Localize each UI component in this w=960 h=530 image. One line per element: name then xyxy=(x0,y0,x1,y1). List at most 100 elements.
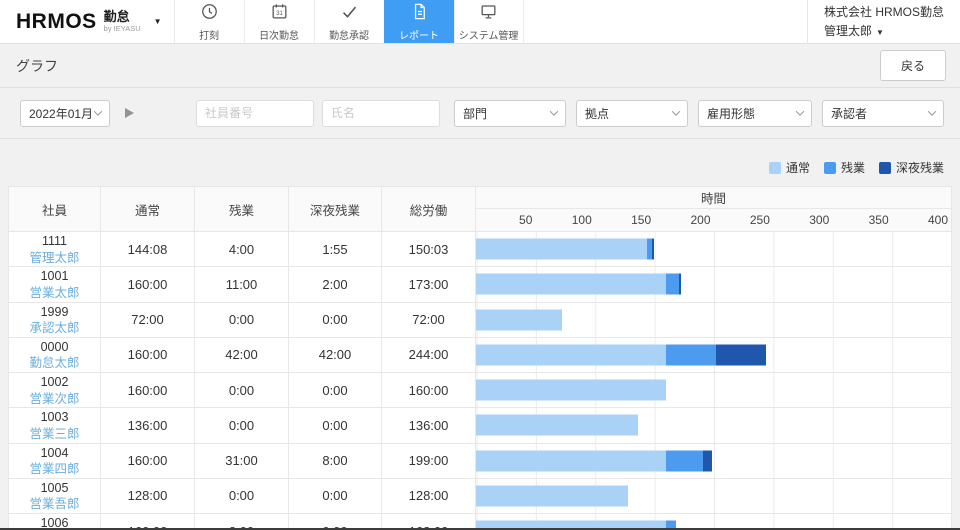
employment-type-select[interactable]: 雇用形態 xyxy=(698,99,812,127)
hours-bar-cell xyxy=(475,230,952,268)
department-select[interactable]: 部門 xyxy=(454,99,566,127)
column-header-overtime: 残業 xyxy=(194,186,289,232)
overtime-hours-cell: 4:00 xyxy=(194,230,289,268)
normal-hours-cell: 160:00 xyxy=(100,266,195,303)
normal-hours-cell: 72:00 xyxy=(100,301,195,338)
nav-item-label: レポート xyxy=(399,30,440,42)
total-hours-cell: 72:00 xyxy=(381,301,476,338)
stacked-bar xyxy=(476,485,951,507)
employee-cell: 1002 営業次郎 xyxy=(8,371,101,409)
late-night-hours-cell: 1:55 xyxy=(288,230,382,268)
filter-bar: 2022年01月 部門 拠点 雇用形態 承認者 xyxy=(0,88,960,139)
table-row: 1005 営業吾郎 128:00 0:00 0:00 128:00 xyxy=(8,477,952,515)
chevron-down-icon xyxy=(795,107,805,116)
employee-name-link[interactable]: 営業吾郎 xyxy=(29,497,79,513)
employee-cell: 1999 承認太郎 xyxy=(8,301,101,338)
hours-bar-cell xyxy=(475,407,952,444)
stacked-bar xyxy=(476,273,951,295)
total-hours-cell: 173:00 xyxy=(381,266,476,303)
logo-dropdown-caret-icon: ▼ xyxy=(153,17,162,26)
hours-bar-cell xyxy=(475,371,952,409)
bar-normal-segment xyxy=(476,414,638,436)
logo-byline-text: by IEYASU xyxy=(103,24,141,34)
overtime-hours-cell: 0:00 xyxy=(194,407,289,444)
normal-hours-cell: 128:00 xyxy=(100,477,195,515)
employee-name-link[interactable]: 勤怠太郎 xyxy=(29,356,79,372)
location-select[interactable]: 拠点 xyxy=(576,99,688,127)
nav-item-approval[interactable]: 勤怠承認 xyxy=(313,0,384,43)
late-night-hours-cell: 2:00 xyxy=(288,266,382,303)
legend-label: 深夜残業 xyxy=(895,161,944,175)
column-header-normal: 通常 xyxy=(100,186,195,232)
employee-name-link[interactable]: 営業太郎 xyxy=(29,286,79,302)
monitor-icon xyxy=(479,2,498,24)
chevron-down-icon xyxy=(927,107,937,116)
bar-late-night-segment xyxy=(679,273,682,295)
late-night-hours-cell: 42:00 xyxy=(288,336,382,374)
bar-normal-segment xyxy=(476,273,666,295)
table-row: 1999 承認太郎 72:00 0:00 0:00 72:00 xyxy=(8,301,952,338)
user-dropdown-caret-icon: ▼ xyxy=(876,27,884,37)
legend-swatch-normal xyxy=(768,161,781,174)
hours-bar-cell xyxy=(475,477,952,515)
employee-cell: 1111 管理太郎 xyxy=(8,230,101,268)
legend-item-late-night: 深夜残業 xyxy=(878,159,944,176)
legend-label: 残業 xyxy=(840,161,865,175)
main-nav: 打刻 31 日次勤怠 勤怠承認 レポート システム管理 xyxy=(173,0,524,43)
column-header-hours: 時間 xyxy=(475,186,952,209)
employee-cell: 1005 営業吾郎 xyxy=(8,477,101,515)
play-arrow-icon xyxy=(124,108,134,118)
overtime-hours-cell: 11:00 xyxy=(194,266,289,303)
approver-select-label: 承認者 xyxy=(831,106,868,121)
legend-swatch-late-night xyxy=(878,161,891,174)
nav-item-system-admin[interactable]: システム管理 xyxy=(453,0,524,43)
legend-item-normal: 通常 xyxy=(768,159,810,176)
nav-item-punch[interactable]: 打刻 xyxy=(173,0,244,43)
legend-swatch-overtime xyxy=(823,161,836,174)
back-button[interactable]: 戻る xyxy=(879,50,946,81)
bar-overtime-segment xyxy=(666,344,716,366)
employee-name-link[interactable]: 営業四郎 xyxy=(29,462,79,478)
bar-overtime-segment xyxy=(666,273,680,295)
chevron-down-icon xyxy=(93,107,103,116)
employee-name-link[interactable]: 承認太郎 xyxy=(29,321,79,337)
bar-normal-segment xyxy=(476,344,666,366)
app-logo[interactable]: HRMOS 勤怠 by IEYASU ▼ xyxy=(0,0,174,43)
name-input[interactable] xyxy=(322,99,440,127)
employee-name-link[interactable]: 管理太郎 xyxy=(29,251,79,267)
employee-id: 1004 xyxy=(40,445,69,460)
employee-cell: 1001 営業太郎 xyxy=(8,266,101,303)
total-hours-cell: 160:00 xyxy=(381,371,476,409)
employee-number-input[interactable] xyxy=(196,99,314,127)
overtime-hours-cell: 0:00 xyxy=(194,371,289,409)
table-row: 1002 営業次郎 160:00 0:00 0:00 160:00 xyxy=(8,371,952,409)
report-table: 社員 通常 残業 深夜残業 総労働 時間 50 100 150 200 250 300 35… xyxy=(8,186,952,530)
late-night-hours-cell: 0:00 xyxy=(288,477,382,515)
month-select[interactable]: 2022年01月 xyxy=(20,99,110,127)
next-month-button[interactable] xyxy=(120,104,138,122)
employee-id: 1002 xyxy=(40,375,69,389)
employee-name-link[interactable]: 営業三郎 xyxy=(29,427,79,443)
nav-item-label: システム管理 xyxy=(458,30,519,42)
account-area: 株式会社 HRMOS勤怠 管理太郎 ▼ xyxy=(806,0,960,45)
employee-name-link[interactable]: 営業次郎 xyxy=(29,392,79,408)
nav-item-daily-attendance[interactable]: 31 日次勤怠 xyxy=(243,0,314,43)
employee-cell: 1003 営業三郎 xyxy=(8,407,101,444)
nav-item-label: 日次勤怠 xyxy=(259,30,300,42)
user-menu[interactable]: 管理太郎 ▼ xyxy=(824,22,944,41)
nav-item-label: 勤怠承認 xyxy=(329,30,370,42)
department-select-label: 部門 xyxy=(463,106,488,121)
nav-item-report[interactable]: レポート xyxy=(383,0,454,43)
overtime-hours-cell: 0:00 xyxy=(194,301,289,338)
employee-cell: 0000 勤怠太郎 xyxy=(8,336,101,374)
bar-late-night-segment xyxy=(702,450,713,472)
page-header: グラフ 戻る xyxy=(0,44,960,88)
normal-hours-cell: 160:00 xyxy=(100,336,195,374)
approver-select[interactable]: 承認者 xyxy=(822,99,944,127)
hours-bar-cell xyxy=(475,336,952,374)
stacked-bar xyxy=(476,414,951,436)
employee-id: 1001 xyxy=(40,269,69,284)
bar-late-night-segment xyxy=(715,344,766,366)
column-header-employee: 社員 xyxy=(8,186,101,232)
table-row: 0000 勤怠太郎 160:00 42:00 42:00 244:00 xyxy=(8,336,952,374)
